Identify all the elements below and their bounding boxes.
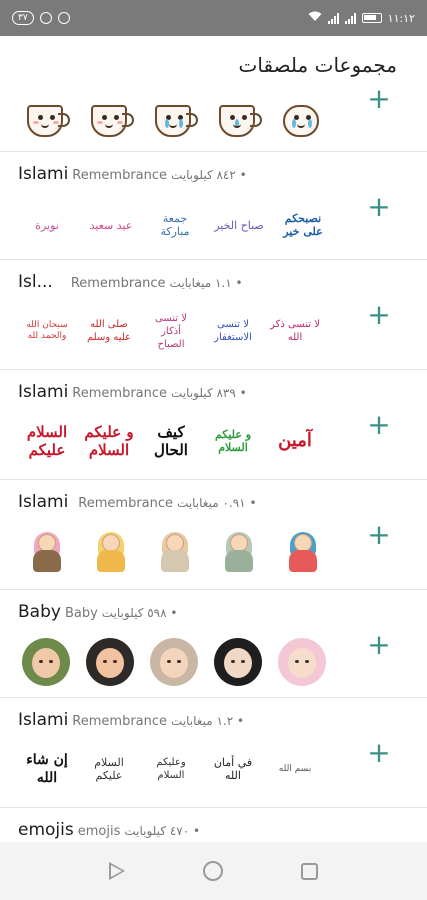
sticker-pack-islami-2[interactable]: Isl... Remembrance • ١.١ ميغابايت + سبحا… — [0, 260, 427, 370]
add-pack-button[interactable]: + — [367, 193, 391, 221]
sticker-baby-4[interactable] — [214, 638, 262, 686]
pack-size: • ٠.٩١ ميغابايت — [177, 496, 257, 510]
pack-author: Remembrance — [72, 168, 168, 183]
sticker-calligraphy[interactable]: نصبحكم على خير — [278, 200, 328, 250]
signal-2-icon — [344, 12, 356, 24]
sticker-pack-islami-5[interactable]: Islami Remembrance • ١.٢ ميغابايت + إن ش… — [0, 698, 427, 808]
pack-size: • ٥٩٨ كيلوبايت — [101, 606, 178, 620]
add-pack-button[interactable]: + — [367, 411, 391, 439]
sticker-calligraphy[interactable]: سبحان الله والحمد لله — [22, 306, 72, 356]
wifi-icon — [308, 11, 322, 25]
sticker-calligraphy[interactable]: لا تنسى الاستغفار — [208, 306, 258, 356]
pack-name: Islami — [18, 164, 69, 184]
sticker-calligraphy[interactable]: و عليكم السلام — [84, 416, 134, 466]
sticker-calligraphy[interactable]: نويرة — [22, 200, 72, 250]
pack-size: • ٤٧٠ كيلوبايت — [124, 824, 201, 838]
sticker-cup-wink[interactable] — [86, 96, 136, 146]
alarm-icon — [39, 12, 52, 24]
sticker-baby-1[interactable] — [22, 638, 70, 686]
add-pack-button[interactable]: + — [367, 301, 391, 329]
home-icon[interactable] — [203, 861, 223, 881]
system-nav-bar — [0, 842, 427, 900]
sticker-cup-sobbing[interactable] — [278, 96, 328, 146]
pack-name: Baby — [18, 602, 61, 622]
sticker-girl-flowers[interactable] — [278, 528, 328, 578]
clock: ١١:١٢ — [387, 11, 415, 25]
pack-size: • ١.٢ ميغابايت — [171, 714, 245, 728]
sticker-cup-sad[interactable] — [214, 96, 264, 146]
pack-author: Remembrance — [70, 276, 166, 291]
battery-icon — [361, 13, 382, 23]
sticker-calligraphy[interactable]: إن شاء الله — [22, 744, 72, 794]
pack-name: Islami — [18, 710, 69, 730]
pack-name: Islami — [18, 492, 69, 512]
pack-author: Remembrance — [72, 714, 168, 729]
sticker-pack-islami-3[interactable]: Islami Remembrance • ٨٣٩ كيلوبايت + السل… — [0, 370, 427, 480]
add-pack-button[interactable]: + — [367, 739, 391, 767]
sticker-pack-islami-4[interactable]: Islami Remembrance • ٠.٩١ ميغابايت + — [0, 480, 427, 590]
pack-author: Remembrance — [72, 386, 168, 401]
pack-name: emojis — [18, 820, 74, 840]
sticker-calligraphy[interactable]: صباح الخير — [214, 200, 264, 250]
sticker-girl-reading[interactable] — [150, 528, 200, 578]
notification-pill: ٣٧ — [12, 11, 34, 25]
add-pack-button[interactable]: + — [367, 85, 391, 113]
sticker-calligraphy[interactable]: بسم الله — [270, 744, 320, 794]
sticker-calligraphy[interactable]: آمين — [270, 416, 320, 466]
settings-icon — [57, 12, 70, 24]
signal-icon — [327, 12, 339, 24]
sticker-calligraphy[interactable]: كيف الحال — [146, 416, 196, 466]
sticker-calligraphy[interactable]: عيد سعيد — [86, 200, 136, 250]
sticker-baby-5[interactable] — [278, 638, 326, 686]
sticker-girl-yellow[interactable] — [86, 528, 136, 578]
sticker-baby-2[interactable] — [86, 638, 134, 686]
sticker-cup-crying[interactable] — [150, 96, 200, 146]
status-bar: ٣٧ ١١:١٢ — [0, 0, 427, 36]
sticker-baby-3[interactable] — [150, 638, 198, 686]
back-icon[interactable] — [109, 862, 125, 880]
pack-size: • ٨٤٢ كيلوبايت — [171, 168, 247, 182]
add-pack-button[interactable]: + — [367, 631, 391, 659]
sticker-girl-hearts[interactable] — [22, 528, 72, 578]
pack-size: • ٨٣٩ كيلوبايت — [171, 386, 247, 400]
pack-author: Remembrance — [78, 496, 174, 511]
sticker-calligraphy[interactable]: السلام عليكم — [22, 416, 72, 466]
add-pack-button[interactable]: + — [367, 521, 391, 549]
recent-apps-icon[interactable] — [301, 862, 318, 880]
pack-size: • ١.١ ميغابايت — [169, 276, 243, 290]
sticker-calligraphy[interactable]: صلى الله عليه وسلم — [84, 306, 134, 356]
app-header: مجموعات ملصقات — [0, 36, 427, 94]
pack-name: Islami — [18, 382, 69, 402]
sticker-pack-cups[interactable]: + — [0, 85, 427, 152]
page-title: مجموعات ملصقات — [238, 53, 397, 77]
sticker-calligraphy[interactable]: و عليكم السلام — [208, 416, 258, 466]
pack-author: Baby — [64, 606, 98, 621]
pack-name: Isl... — [18, 272, 53, 292]
sticker-calligraphy[interactable]: في أمان الله — [208, 744, 258, 794]
sticker-calligraphy[interactable]: جمعة مباركة — [150, 200, 200, 250]
sticker-pack-baby[interactable]: Baby Baby • ٥٩٨ كيلوبايت + — [0, 590, 427, 698]
sticker-calligraphy[interactable]: السلام عليكم — [84, 744, 134, 794]
pack-author: emojis — [77, 824, 121, 839]
sticker-cup-happy[interactable] — [22, 96, 72, 146]
sticker-calligraphy[interactable]: لا تنسى ذكر الله — [270, 306, 320, 356]
sticker-calligraphy[interactable]: وعليكم السلام — [146, 744, 196, 794]
sticker-pack-islami-1[interactable]: Islami Remembrance • ٨٤٢ كيلوبايت + نوير… — [0, 152, 427, 260]
sticker-girl-praying[interactable] — [214, 528, 264, 578]
sticker-calligraphy[interactable]: لا تنسى أذكار الصباح — [146, 306, 196, 356]
